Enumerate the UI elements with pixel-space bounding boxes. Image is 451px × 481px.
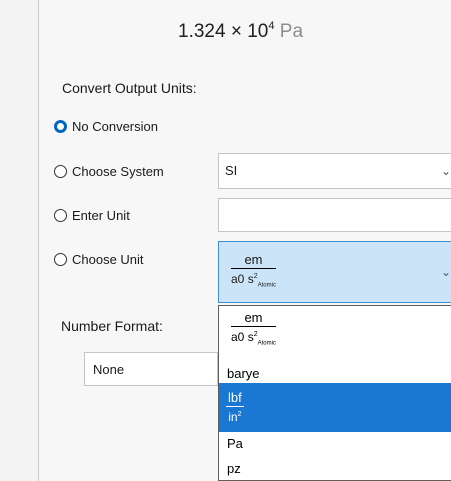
result-base: 10 <box>247 21 269 42</box>
unit-denominator: a0 s2Atomic <box>231 272 276 289</box>
unit-select[interactable]: em a0 s2Atomic ⌄ <box>218 241 451 303</box>
result-unit: Pa <box>279 21 304 42</box>
system-select[interactable]: SI ⌄ <box>218 153 451 189</box>
dropdown-option-pa[interactable]: Pa <box>219 432 451 457</box>
dropdown-option-em-per-a0s2[interactable]: em a0 s2Atomic <box>219 306 451 347</box>
number-format-label: Number Format: <box>61 318 163 334</box>
left-edge-strip <box>0 0 38 481</box>
radio-button[interactable] <box>54 164 67 178</box>
radio-no-conversion[interactable]: No Conversion <box>54 115 158 137</box>
radio-button[interactable] <box>54 252 67 266</box>
unit-select-value: em a0 s2Atomic <box>231 252 276 293</box>
result-times: × <box>230 21 242 42</box>
dropdown-option-lbf-per-in2[interactable]: lbf in2 <box>219 383 451 432</box>
radio-label: Choose Unit <box>72 251 144 267</box>
radio-enter-unit[interactable]: Enter Unit <box>54 204 130 226</box>
result-exponent: 4 <box>268 20 275 32</box>
result-value: 1.324 × 104 Pa <box>178 20 303 43</box>
chevron-down-icon: ⌄ <box>441 164 451 178</box>
number-format-select[interactable]: None <box>84 352 218 386</box>
radio-label: Enter Unit <box>72 207 130 223</box>
enter-unit-field[interactable] <box>218 198 451 232</box>
result-mantissa: 1.324 <box>178 21 226 42</box>
number-format-value: None <box>93 362 125 377</box>
radio-label: Choose System <box>72 163 164 179</box>
radio-button-selected[interactable] <box>54 119 67 133</box>
dropdown-option-barye[interactable]: barye <box>219 347 451 383</box>
dropdown-option-pz[interactable]: pz <box>219 457 451 481</box>
chevron-down-icon: ⌄ <box>441 265 451 279</box>
radio-label: No Conversion <box>72 118 158 134</box>
radio-choose-unit[interactable]: Choose Unit <box>54 248 144 270</box>
system-select-value: SI <box>225 163 238 178</box>
unit-numerator: em <box>244 252 263 267</box>
unit-dropdown-list: em a0 s2Atomic barye lbf in2 Pa pz <box>218 305 451 481</box>
radio-choose-system[interactable]: Choose System <box>54 160 164 182</box>
convert-output-units-label: Convert Output Units: <box>62 80 197 96</box>
radio-button[interactable] <box>54 208 67 222</box>
